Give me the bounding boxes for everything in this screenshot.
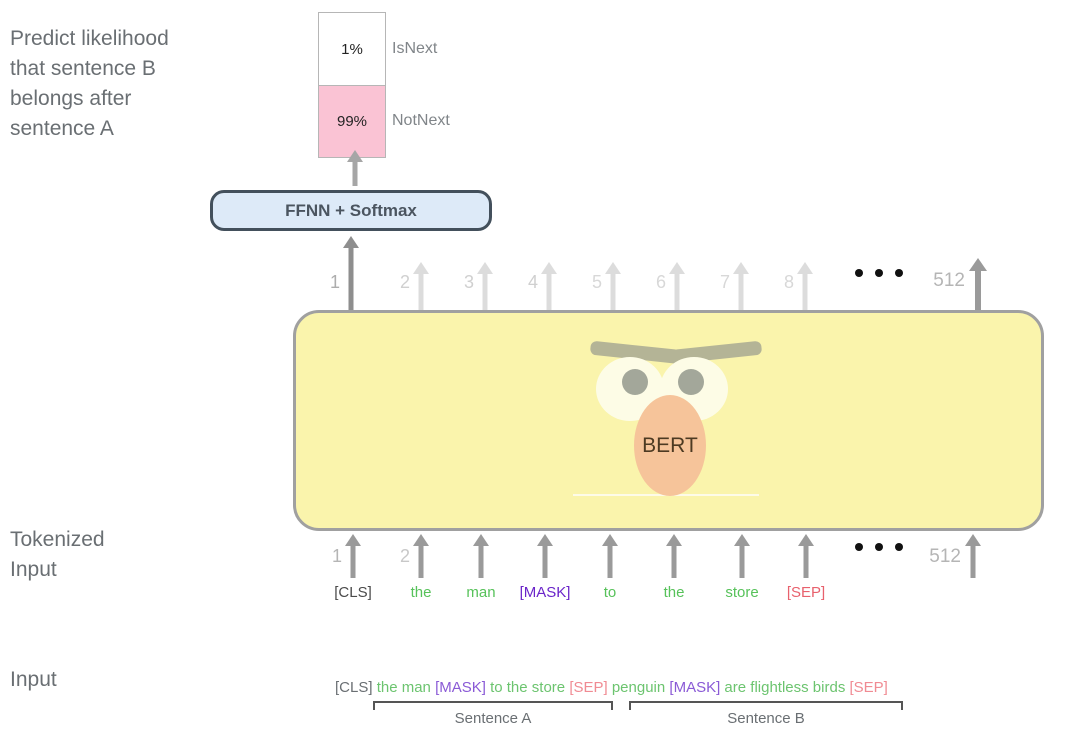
output-ellipsis-icon: [855, 269, 903, 277]
input-sentence: [CLS] the man [MASK] to the store [SEP] …: [335, 679, 888, 696]
output-arrow-6: [667, 262, 687, 312]
input-index-512: 512: [929, 546, 961, 568]
bert-name-label: BERT: [642, 434, 698, 458]
input-seg-mask-a: [MASK]: [435, 679, 486, 696]
predict-likelihood-caption: Predict likelihood that sentence B belon…: [10, 24, 270, 144]
input-seg-mask-b: [MASK]: [669, 679, 720, 696]
input-label: Input: [10, 665, 250, 695]
notnext-label: NotNext: [392, 112, 450, 130]
input-seg-flightless-birds: are flightless birds: [720, 679, 849, 696]
output-index-2: 2: [400, 272, 410, 293]
isnext-label: IsNext: [392, 40, 437, 58]
input-seg-sep-a: [SEP]: [569, 679, 607, 696]
tokenized-input-label: Tokenized Input: [10, 525, 250, 585]
bert-encoder-box[interactable]: BERT: [293, 310, 1044, 531]
arrow-ffnn-to-probability: [345, 150, 365, 186]
token-man: man: [466, 584, 495, 601]
token-the-1: the: [411, 584, 432, 601]
input-seg-cls-a: [CLS]: [335, 679, 377, 696]
output-arrow-7: [731, 262, 751, 312]
output-arrow-4: [539, 262, 559, 312]
input-index-1: 1: [332, 546, 342, 567]
input-arrow-3: [471, 534, 491, 578]
sentence-b-bracket: [629, 701, 903, 710]
output-arrow-2: [411, 262, 431, 312]
token-cls: [CLS]: [334, 584, 372, 601]
arrow-position1-to-ffnn: [341, 236, 361, 312]
bert-pupil-left-icon: [622, 369, 648, 395]
notnext-probability-cell: 99%: [319, 85, 385, 157]
input-index-2: 2: [400, 546, 410, 567]
output-arrow-3: [475, 262, 495, 312]
input-arrow-6: [664, 534, 684, 578]
ffnn-softmax-box[interactable]: FFNN + Softmax: [210, 190, 492, 231]
output-index-1: 1: [330, 272, 340, 293]
token-to: to: [604, 584, 617, 601]
input-arrow-1: [343, 534, 363, 578]
input-seg-sep-b: [SEP]: [850, 679, 888, 696]
token-mask: [MASK]: [520, 584, 571, 601]
output-index-8: 8: [784, 272, 794, 293]
bert-nose-icon: BERT: [634, 395, 706, 496]
output-index-3: 3: [464, 272, 474, 293]
token-sep: [SEP]: [787, 584, 825, 601]
input-arrow-2: [411, 534, 431, 578]
input-seg-the-man: the man: [377, 679, 435, 696]
output-arrow-8: [795, 262, 815, 312]
input-seg-to-the-store: to the store: [486, 679, 569, 696]
isnext-percent: 1%: [341, 41, 363, 58]
sentence-a-bracket: [373, 701, 613, 710]
notnext-percent: 99%: [337, 113, 367, 130]
input-arrow-4: [535, 534, 555, 578]
nsp-probability-bar: 1% 99%: [318, 12, 386, 158]
output-arrow-512: [967, 258, 989, 312]
bert-pupil-right-icon: [678, 369, 704, 395]
input-arrow-8: [796, 534, 816, 578]
sentence-a-label: Sentence A: [373, 710, 613, 727]
output-index-6: 6: [656, 272, 666, 293]
token-the-2: the: [664, 584, 685, 601]
output-index-512: 512: [933, 270, 965, 292]
input-ellipsis-icon: [855, 543, 903, 551]
input-seg-penguin: penguin: [608, 679, 670, 696]
input-arrow-5: [600, 534, 620, 578]
ffnn-softmax-label: FFNN + Softmax: [285, 201, 417, 221]
output-index-7: 7: [720, 272, 730, 293]
output-index-5: 5: [592, 272, 602, 293]
sentence-b-label: Sentence B: [629, 710, 903, 727]
input-arrow-512: [963, 534, 983, 578]
bert-nsp-diagram: Predict likelihood that sentence B belon…: [0, 0, 1080, 743]
output-index-4: 4: [528, 272, 538, 293]
input-arrow-7: [732, 534, 752, 578]
isnext-probability-cell: 1%: [319, 13, 385, 85]
output-arrow-5: [603, 262, 623, 312]
token-store: store: [725, 584, 758, 601]
